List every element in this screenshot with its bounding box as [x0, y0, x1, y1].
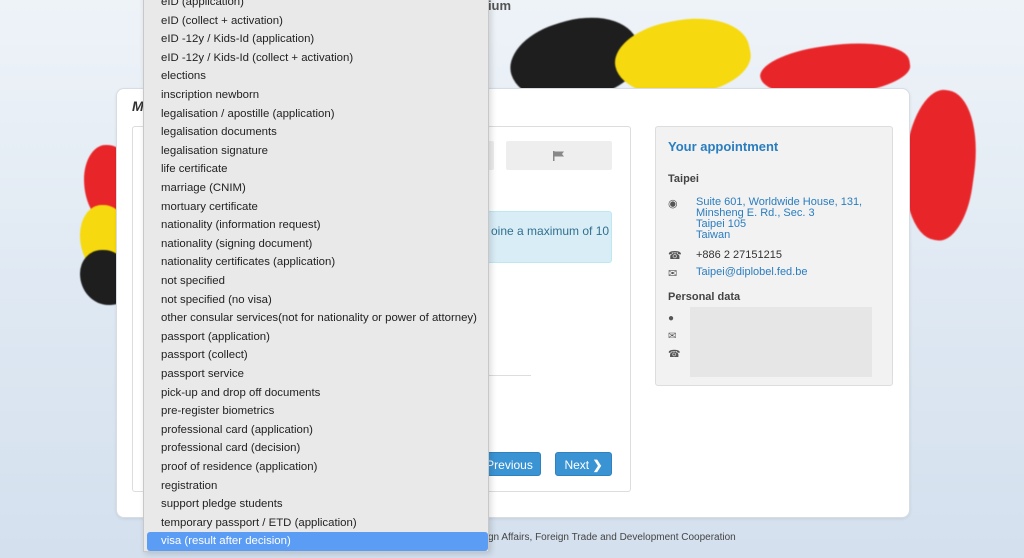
dropdown-option[interactable]: passport (application): [144, 328, 488, 347]
dropdown-option[interactable]: mortuary certificate: [144, 198, 488, 217]
dropdown-option[interactable]: other consular services(not for national…: [144, 309, 488, 328]
phone-number: +886 2 27151215: [696, 249, 782, 261]
dropdown-option[interactable]: eID (application): [144, 0, 488, 12]
appointment-city: Taipei: [668, 173, 699, 185]
dropdown-option[interactable]: temporary passport / ETD (application): [144, 514, 488, 533]
dropdown-option[interactable]: legalisation signature: [144, 142, 488, 161]
flag-icon: [553, 151, 565, 161]
envelope-icon: ✉: [668, 268, 678, 280]
dropdown-option[interactable]: not specified (no visa): [144, 291, 488, 310]
dropdown-option[interactable]: eID (collect + activation): [144, 12, 488, 31]
dropdown-option[interactable]: pre-register biometrics: [144, 402, 488, 421]
dropdown-option[interactable]: passport service: [144, 365, 488, 384]
info-alert: oine a maximum of 10: [470, 211, 612, 263]
dropdown-option[interactable]: eID -12y / Kids-Id (application): [144, 30, 488, 49]
service-dropdown-list[interactable]: eID (application) eID (collect + activati…: [143, 0, 489, 552]
address-line-4: Taiwan: [696, 229, 731, 241]
envelope-icon: ✉: [668, 331, 677, 342]
personal-data-title: Personal data: [668, 291, 741, 303]
dropdown-option[interactable]: marriage (CNIM): [144, 179, 488, 198]
dropdown-option[interactable]: registration: [144, 477, 488, 496]
dropdown-option[interactable]: nationality certificates (application): [144, 253, 488, 272]
dropdown-option[interactable]: not specified: [144, 272, 488, 291]
dropdown-option[interactable]: elections: [144, 67, 488, 86]
dropdown-option[interactable]: eID -12y / Kids-Id (collect + activation…: [144, 49, 488, 68]
dropdown-option[interactable]: nationality (information request): [144, 216, 488, 235]
dropdown-option[interactable]: life certificate: [144, 160, 488, 179]
phone-icon: ☎: [668, 250, 682, 262]
dropdown-option[interactable]: support pledge students: [144, 495, 488, 514]
address-block[interactable]: Suite 601, Worldwide House, 131, Minshen…: [696, 197, 862, 241]
next-button[interactable]: Next ❯: [555, 452, 612, 476]
previous-button-label: Previous: [486, 458, 533, 472]
phone-row: ☎ +886 2 27151215: [668, 249, 782, 262]
appointment-title: Your appointment: [668, 139, 779, 154]
dropdown-option[interactable]: professional card (decision): [144, 439, 488, 458]
panel-heading: M: [132, 98, 144, 114]
dropdown-option[interactable]: passport (collect): [144, 346, 488, 365]
dropdown-option[interactable]: pick-up and drop off documents: [144, 384, 488, 403]
phone-icon: ☎: [668, 349, 681, 360]
chevron-right-icon: ❯: [592, 458, 603, 472]
user-icon: ●: [668, 313, 675, 324]
dropdown-option[interactable]: professional card (application): [144, 421, 488, 440]
next-button-label: Next: [564, 458, 590, 472]
dropdown-option[interactable]: nationality (signing document): [144, 235, 488, 254]
email-link[interactable]: Taipei@diplobel.fed.be: [696, 267, 807, 280]
address-row: ◉ Suite 601, Worldwide House, 131, Minsh…: [668, 197, 862, 241]
appointment-panel: Your appointment Taipei ◉ Suite 601, Wor…: [655, 126, 893, 386]
dropdown-option[interactable]: legalisation documents: [144, 123, 488, 142]
dropdown-option[interactable]: proof of residence (application): [144, 458, 488, 477]
footer-text: gn Affairs, Foreign Trade and Developmen…: [488, 532, 736, 543]
map-pin-icon: ◉: [668, 198, 678, 210]
dropdown-option[interactable]: visa (result after decision): [147, 532, 488, 551]
personal-data-area: [690, 307, 872, 377]
email-row: ✉ Taipei@diplobel.fed.be: [668, 267, 807, 281]
dropdown-option[interactable]: legalisation / apostille (application): [144, 105, 488, 124]
dropdown-option[interactable]: inscription newborn: [144, 86, 488, 105]
